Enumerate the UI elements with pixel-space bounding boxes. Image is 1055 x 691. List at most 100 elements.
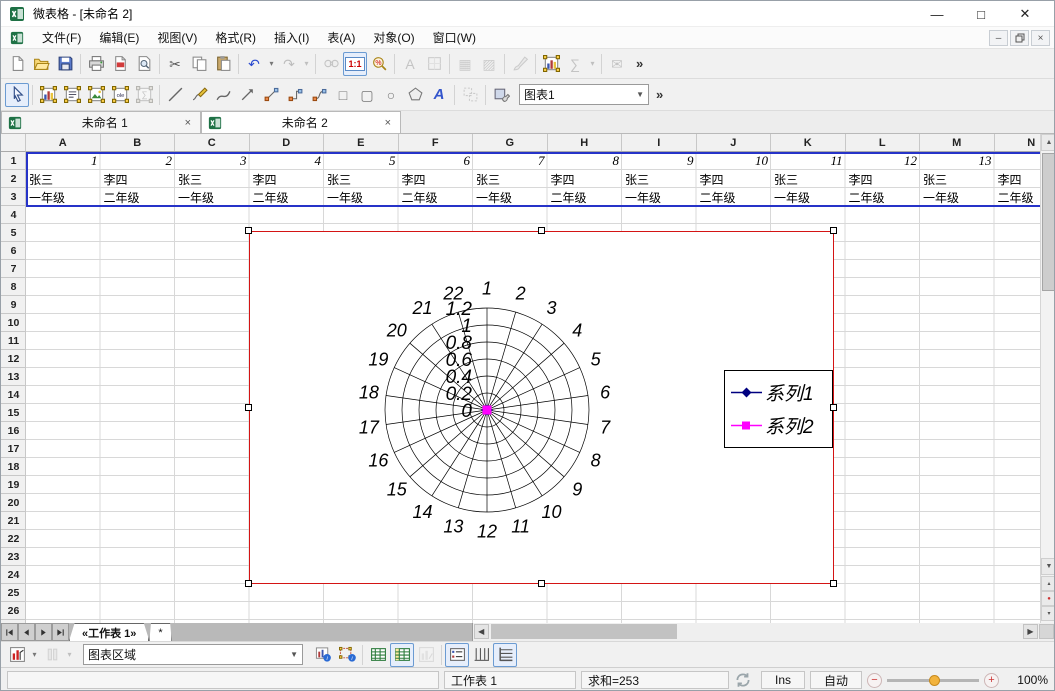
chart-resize-handle[interactable] — [538, 227, 545, 234]
cell-J2[interactable]: 李四 — [697, 170, 772, 188]
chart-info-button[interactable]: i — [311, 643, 335, 667]
cell-L3[interactable]: 二年级 — [846, 188, 921, 206]
save-button[interactable] — [53, 52, 77, 76]
cell-H3[interactable]: 二年级 — [548, 188, 623, 206]
row-header-8[interactable]: 8 — [1, 278, 26, 296]
column-header-K[interactable]: K — [771, 134, 846, 152]
minimize-button[interactable]: — — [928, 5, 946, 23]
column-header-A[interactable]: A — [26, 134, 101, 152]
zoom-out-icon[interactable]: − — [867, 673, 882, 688]
legend-entry-2[interactable]: 系列2 — [729, 412, 828, 439]
cell-F2[interactable]: 李四 — [399, 170, 474, 188]
window-split-handle[interactable] — [1039, 624, 1054, 639]
connector-line-button[interactable] — [259, 83, 283, 107]
last-sheet-icon[interactable] — [52, 623, 69, 641]
sheet-tab-2[interactable]: * — [149, 623, 171, 641]
menu-格式[interactable]: 格式(R) — [206, 29, 265, 47]
copy-button[interactable] — [187, 52, 211, 76]
cell-H1[interactable]: 8 — [548, 152, 623, 170]
polygon-button[interactable] — [403, 83, 427, 107]
sheet-tab-1[interactable]: «工作表 1» — [69, 623, 149, 641]
first-sheet-icon[interactable] — [1, 623, 18, 641]
cell-A2[interactable]: 张三 — [26, 170, 101, 188]
column-header-M[interactable]: M — [920, 134, 995, 152]
column-header-B[interactable]: B — [101, 134, 176, 152]
object-toolbar-overflow-icon[interactable]: » — [649, 87, 670, 102]
row-header-13[interactable]: 13 — [1, 368, 26, 386]
cell-L2[interactable]: 李四 — [846, 170, 921, 188]
cell-D1[interactable]: 4 — [250, 152, 325, 170]
row-header-24[interactable]: 24 — [1, 566, 26, 584]
rectangle-button[interactable]: □ — [331, 83, 355, 107]
scroll-right-icon[interactable]: ▶ — [1023, 624, 1038, 639]
paste-button[interactable] — [211, 52, 235, 76]
mdi-minimize-button[interactable]: – — [989, 30, 1008, 46]
cell-G1[interactable]: 7 — [473, 152, 548, 170]
print-preview-button[interactable] — [132, 52, 156, 76]
scroll-left-icon[interactable]: ◀ — [474, 624, 489, 639]
image-frame-button[interactable] — [84, 83, 108, 107]
document-tab-1[interactable]: 未命名 1 × — [1, 111, 201, 133]
column-header-I[interactable]: I — [622, 134, 697, 152]
cell-I2[interactable]: 张三 — [622, 170, 697, 188]
row-header-15[interactable]: 15 — [1, 404, 26, 422]
freehand-button[interactable] — [187, 83, 211, 107]
column-header-N[interactable]: N — [995, 134, 1041, 152]
cell-C1[interactable]: 3 — [175, 152, 250, 170]
zoom-slider-thumb[interactable] — [929, 675, 940, 686]
data-table-highlight-button[interactable] — [390, 643, 414, 667]
row-header-2[interactable]: 2 — [1, 170, 26, 188]
row-header-6[interactable]: 6 — [1, 242, 26, 260]
column-header-H[interactable]: H — [548, 134, 623, 152]
chart-object[interactable]: 1234567891011121314151617181920212200.20… — [249, 231, 834, 584]
scroll-marker-icon[interactable]: ● — [1041, 591, 1055, 606]
vertical-scrollbar-thumb[interactable] — [1042, 153, 1055, 291]
cell-A1[interactable]: 1 — [26, 152, 101, 170]
mdi-restore-button[interactable] — [1010, 30, 1029, 46]
insert-chart-button[interactable] — [539, 52, 563, 76]
refresh-icon[interactable] — [734, 671, 756, 689]
vertical-gridlines-button[interactable] — [469, 643, 493, 667]
open-folder-button[interactable] — [29, 52, 53, 76]
row-header-22[interactable]: 22 — [1, 530, 26, 548]
cell-C2[interactable]: 张三 — [175, 170, 250, 188]
zoom-slider[interactable] — [887, 679, 979, 682]
cell-L1[interactable]: 12 — [846, 152, 921, 170]
fontwork-button[interactable]: A — [427, 83, 451, 107]
cell-D3[interactable]: 二年级 — [250, 188, 325, 206]
horizontal-scrollbar[interactable]: ◀ ▶ — [472, 623, 1054, 641]
insert-mode-panel[interactable]: Ins — [761, 671, 805, 689]
select-arrow-button[interactable] — [5, 83, 29, 107]
legend-toggle-button[interactable] — [445, 643, 469, 667]
row-header-5[interactable]: 5 — [1, 224, 26, 242]
cell-H2[interactable]: 李四 — [548, 170, 623, 188]
cell-B2[interactable]: 李四 — [101, 170, 176, 188]
connector-curve-button[interactable] — [307, 83, 331, 107]
row-header-10[interactable]: 10 — [1, 314, 26, 332]
new-document-button[interactable] — [5, 52, 29, 76]
row-header-16[interactable]: 16 — [1, 422, 26, 440]
chart-select-info-button[interactable]: i — [335, 643, 359, 667]
mdi-close-button[interactable]: × — [1031, 30, 1050, 46]
cell-K3[interactable]: 一年级 — [771, 188, 846, 206]
column-header-F[interactable]: F — [399, 134, 474, 152]
menu-插入[interactable]: 插入(I) — [265, 29, 318, 47]
chart-element-combobox[interactable]: 图表区域 ▼ — [83, 644, 303, 665]
text-frame-button[interactable] — [60, 83, 84, 107]
zoom-100-button[interactable]: 1:1 — [343, 52, 367, 76]
cell-B3[interactable]: 二年级 — [101, 188, 176, 206]
chart-resize-handle[interactable] — [245, 404, 252, 411]
chart-type-dropdown-icon[interactable]: ▾ — [29, 643, 40, 667]
object-properties-button[interactable] — [489, 83, 513, 107]
cell-F3[interactable]: 二年级 — [399, 188, 474, 206]
cell-G2[interactable]: 张三 — [473, 170, 548, 188]
close-tab-icon[interactable]: × — [382, 117, 394, 129]
menu-表[interactable]: 表(A) — [318, 29, 364, 47]
rounded-rectangle-button[interactable]: ▢ — [355, 83, 379, 107]
ellipse-button[interactable]: ○ — [379, 83, 403, 107]
cell-D2[interactable]: 李四 — [250, 170, 325, 188]
row-header-17[interactable]: 17 — [1, 440, 26, 458]
row-header-9[interactable]: 9 — [1, 296, 26, 314]
row-header-4[interactable]: 4 — [1, 206, 26, 224]
menu-视图[interactable]: 视图(V) — [148, 29, 206, 47]
